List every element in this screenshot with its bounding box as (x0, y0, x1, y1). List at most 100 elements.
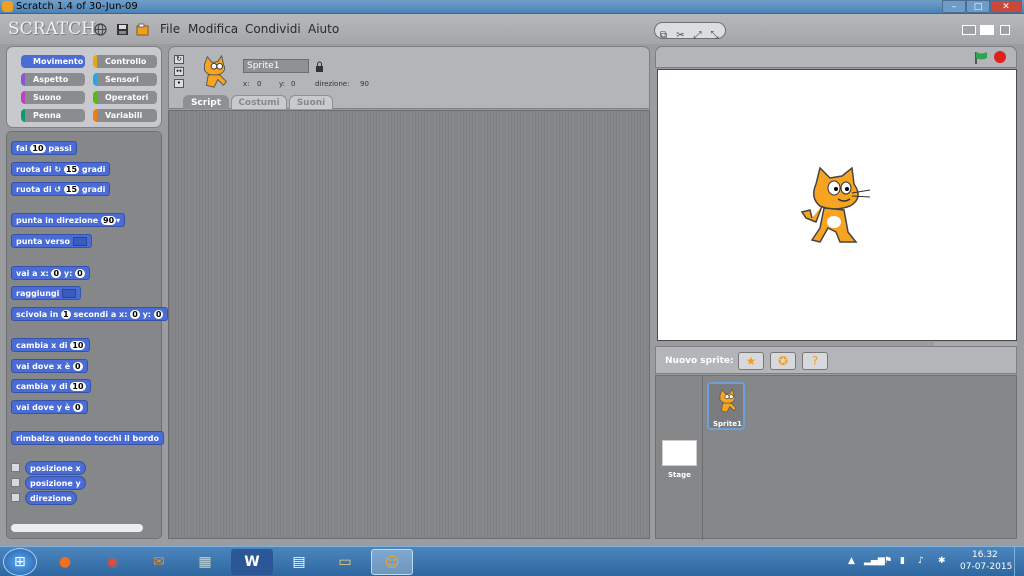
reporter-direzione[interactable]: direzione (25, 491, 77, 505)
stage-toolbar (655, 46, 1017, 68)
show-desktop-button[interactable] (1014, 547, 1024, 576)
folder-star-icon: ✪ (777, 354, 789, 368)
category-movimento[interactable]: Movimento (21, 55, 85, 68)
block-set-y[interactable]: vai dove y è 0 (11, 400, 88, 414)
block-point-direction[interactable]: punta in direzione 90 ▾ (11, 213, 126, 227)
paint-new-sprite-button[interactable]: ★ (738, 352, 764, 370)
sprite-name-field[interactable]: Sprite1 (243, 59, 309, 73)
document-taskbar-icon[interactable]: ▤ (278, 549, 320, 575)
battery-icon[interactable]: ▮ (900, 556, 905, 566)
menubar: SCRATCH File Modifica Condividi Aiuto ⧉ ✂… (0, 14, 1024, 44)
lock-icon[interactable] (315, 61, 324, 72)
window-titlebar: Scratch 1.4 of 30-Jun-09 – □ ✕ (0, 0, 1024, 14)
close-button[interactable]: ✕ (990, 0, 1022, 13)
random-sprite-button[interactable]: ? (802, 352, 828, 370)
sprite-list: Stage Sprite1 (655, 375, 1017, 540)
sprite-thumbnail (204, 54, 227, 88)
windows-logo-icon: ⊞ (14, 554, 26, 570)
green-flag-icon[interactable] (974, 51, 988, 64)
rotation-none-icon[interactable]: • (174, 79, 184, 88)
sprite-y-value: 0 (291, 80, 296, 88)
stage-canvas[interactable] (657, 69, 1017, 341)
sprite-list-item[interactable]: Sprite1 (707, 382, 745, 430)
normal-stage-mode-icon[interactable] (980, 25, 994, 35)
folder-taskbar-icon[interactable]: ▭ (324, 549, 366, 575)
firefox-taskbar-icon[interactable]: ● (44, 549, 86, 575)
start-button[interactable]: ⊞ (3, 548, 37, 576)
duplicate-tool-icon[interactable]: ⧉ (655, 28, 672, 43)
checkbox-direzione[interactable] (11, 493, 20, 502)
delete-tool-icon[interactable]: ✂ (672, 28, 689, 43)
save-icon[interactable] (116, 23, 129, 36)
category-variabili[interactable]: Variabili (93, 109, 157, 122)
clock-date[interactable]: 07-07-2015 (960, 562, 1012, 572)
category-controllo[interactable]: Controllo (93, 55, 157, 68)
stop-icon[interactable] (994, 51, 1006, 63)
category-aspetto[interactable]: Aspetto (21, 73, 85, 86)
block-goto-xy[interactable]: vai a x: 0 y: 0 (11, 266, 90, 280)
rotate-right-icon: ↻ (54, 165, 62, 174)
sprite-direction-value: 90 (360, 80, 369, 88)
stage-thumbnail[interactable] (662, 440, 697, 466)
volume-icon[interactable]: ♪ (918, 556, 924, 566)
block-change-y[interactable]: cambia y di 10 (11, 379, 91, 393)
checkbox-posizione-x[interactable] (11, 463, 20, 472)
small-stage-mode-icon[interactable] (962, 25, 976, 35)
block-set-x[interactable]: vai dove x è 0 (11, 359, 88, 373)
menu-condividi[interactable]: Condividi (245, 22, 301, 36)
new-sprite-bar: Nuovo sprite: ★ ✪ ? (655, 346, 1017, 374)
shrink-tool-icon[interactable]: ⤡ (706, 28, 723, 43)
block-turn-left[interactable]: ruota di ↺ 15 gradi (11, 182, 111, 196)
scripts-area[interactable] (168, 110, 650, 539)
grow-tool-icon[interactable]: ⤢ (689, 28, 706, 43)
share-icon[interactable] (136, 23, 149, 36)
rotate-left-icon: ↺ (54, 185, 62, 194)
reporter-posizione-x[interactable]: posizione x (25, 461, 86, 475)
block-change-x[interactable]: cambia x di 10 (11, 338, 91, 352)
paint-star-icon: ★ (745, 354, 757, 368)
rotation-flip-icon[interactable]: ↔ (174, 67, 184, 76)
sprite-direction-label: direzione: (315, 80, 350, 88)
minimize-button[interactable]: – (942, 0, 966, 13)
block-glide[interactable]: scivola in 1 secondi a x: 0 y: 0 (11, 307, 169, 321)
category-operatori[interactable]: Operatori (93, 91, 157, 104)
word-taskbar-icon[interactable]: W (231, 549, 273, 575)
category-selector: Movimento Controllo Aspetto Sensori Suon… (6, 46, 162, 128)
tab-costumi[interactable]: Costumi (231, 95, 287, 109)
scratch-logo: SCRATCH (8, 19, 96, 39)
mail-taskbar-icon[interactable]: ✉ (138, 549, 180, 575)
reporter-posizione-y[interactable]: posizione y (25, 476, 86, 490)
menu-modifica[interactable]: Modifica (188, 22, 238, 36)
tab-suoni[interactable]: Suoni (289, 95, 333, 109)
tab-script[interactable]: Script (183, 95, 229, 109)
scratch-cat-sprite[interactable] (798, 166, 874, 246)
globe-icon[interactable] (94, 23, 107, 36)
clock-time[interactable]: 16.32 (972, 550, 998, 560)
scratch-app-icon (2, 1, 13, 12)
block-bounce[interactable]: rimbalza quando tocchi il bordo (11, 431, 164, 445)
maximize-button[interactable]: □ (966, 0, 990, 13)
app-tray-icon[interactable]: ✱ (938, 556, 946, 566)
chrome-taskbar-icon[interactable]: ◉ (92, 549, 134, 575)
show-hidden-icons[interactable]: ▲ (848, 556, 855, 566)
palette-scrollbar[interactable] (11, 524, 143, 532)
choose-sprite-file-button[interactable]: ✪ (770, 352, 796, 370)
menu-file[interactable]: File (160, 22, 180, 36)
category-suono[interactable]: Suono (21, 91, 85, 104)
menu-aiuto[interactable]: Aiuto (308, 22, 339, 36)
checkbox-posizione-y[interactable] (11, 478, 20, 487)
category-penna[interactable]: Penna (21, 109, 85, 122)
block-move-steps[interactable]: fai 10 passi (11, 141, 77, 155)
explorer-taskbar-icon[interactable]: ▦ (184, 549, 226, 575)
sprite-x-label: x: (243, 80, 250, 88)
scratch-taskbar-icon[interactable]: ☺ (371, 549, 413, 575)
block-goto[interactable]: raggiungi (11, 286, 82, 300)
block-turn-right[interactable]: ruota di ↻ 15 gradi (11, 162, 111, 176)
sprite-list-thumbnail (719, 388, 737, 413)
category-sensori[interactable]: Sensori (93, 73, 157, 86)
block-point-towards[interactable]: punta verso (11, 234, 92, 248)
network-icon[interactable]: ▂▄▆ (864, 556, 885, 566)
presentation-mode-icon[interactable] (1000, 25, 1010, 35)
action-center-flag-icon[interactable]: ⚑ (884, 556, 892, 566)
rotation-full-icon[interactable]: ↻ (174, 55, 184, 64)
